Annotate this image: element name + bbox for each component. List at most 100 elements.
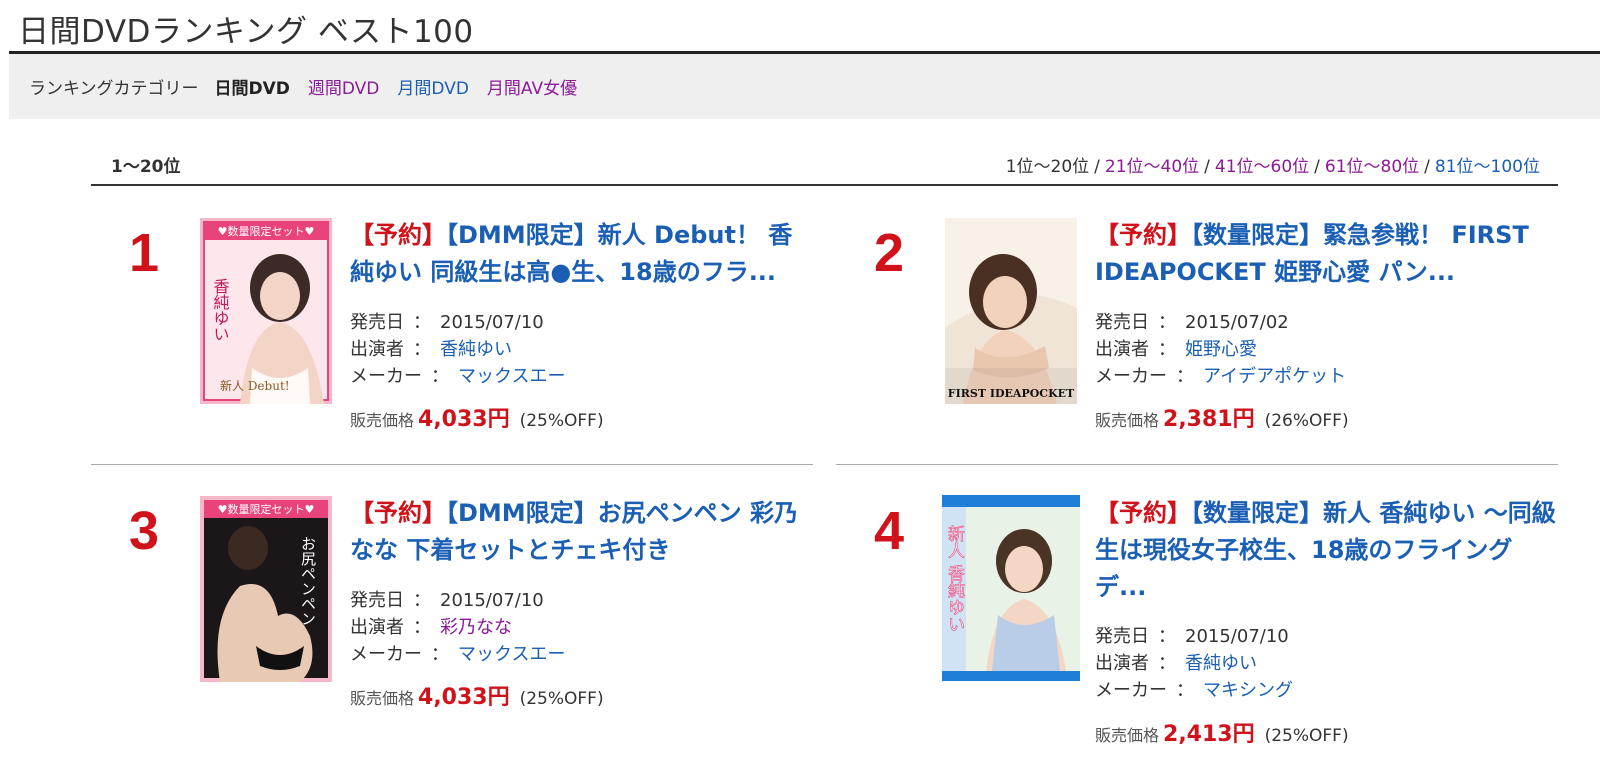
category-bar: ランキングカテゴリー 日間DVD 週間DVD 月間DVD 月間AV女優: [9, 54, 1600, 119]
product-title-link[interactable]: 【予約】【数量限定】新人 香純ゆい 〜同級生は現役女子校生、18歳のフライングデ…: [1095, 495, 1557, 606]
reserve-tag: 【予約】: [1095, 499, 1191, 527]
reserve-tag: 【予約】: [1095, 221, 1191, 249]
category-current-daily-dvd: 日間DVD: [214, 79, 290, 99]
product-meta: 発売日 ： 2015/07/10 出演者 ： 香純ゆい メーカー ： マックスエー: [350, 309, 565, 390]
cover-illustration: FIRST IDEAPOCKET: [945, 218, 1077, 404]
price-label: 販売価格: [1095, 726, 1160, 745]
meta-colon: ：: [413, 617, 431, 638]
discount-text: (25%OFF): [519, 411, 604, 431]
maker-link[interactable]: マックスエー: [458, 366, 565, 387]
meta-colon: ：: [1158, 653, 1176, 674]
maker-link[interactable]: アイデアポケット: [1203, 366, 1346, 387]
range-separator: /: [1424, 157, 1430, 177]
price-row: 販売価格 2,381円 (26%OFF): [1095, 401, 1349, 433]
product-meta: 発売日 ： 2015/07/02 出演者 ： 姫野心愛 メーカー ： アイデアポケット: [1095, 309, 1346, 390]
category-link-monthly-dvd[interactable]: 月間DVD: [397, 74, 469, 99]
rank-number: 4: [873, 501, 905, 561]
page-title: 日間DVDランキング ベスト100: [18, 14, 474, 50]
performer-link[interactable]: 姫野心愛: [1185, 339, 1257, 360]
range-link-61-80[interactable]: 61位〜80位: [1325, 157, 1419, 177]
rank-number: 3: [128, 501, 160, 561]
meta-colon: ：: [413, 312, 431, 333]
meta-colon: ：: [431, 366, 449, 387]
performer-link[interactable]: 香純ゆい: [440, 339, 512, 360]
release-label: 発売日: [1095, 626, 1149, 647]
maker-label: メーカー: [350, 366, 422, 387]
meta-colon: ：: [413, 590, 431, 611]
release-date: 2015/07/10: [440, 590, 544, 611]
price-row: 販売価格 4,033円 (25%OFF): [350, 401, 604, 433]
price-row: 販売価格 2,413円 (25%OFF): [1095, 716, 1349, 748]
cover-band-text: ♥数量限定セット♥: [218, 224, 315, 238]
maker-link[interactable]: マックスエー: [458, 644, 565, 665]
meta-colon: ：: [1158, 339, 1176, 360]
price-value: 2,413円: [1163, 722, 1255, 747]
range-link-41-60[interactable]: 41位〜60位: [1215, 157, 1309, 177]
price-label: 販売価格: [350, 411, 415, 430]
meta-colon: ：: [1176, 366, 1194, 387]
price-value: 4,033円: [418, 685, 510, 710]
range-separator: /: [1204, 157, 1210, 177]
meta-colon: ：: [431, 644, 449, 665]
release-date: 2015/07/10: [440, 312, 544, 333]
price-row: 販売価格 4,033円 (25%OFF): [350, 679, 604, 711]
cover-illustration: 新人 香純ゆい: [942, 495, 1080, 681]
item-divider: [91, 464, 813, 465]
release-date: 2015/07/10: [1185, 626, 1289, 647]
meta-colon: ：: [1176, 680, 1194, 701]
category-link-monthly-actress[interactable]: 月間AV女優: [487, 74, 577, 99]
range-separator: /: [1094, 157, 1100, 177]
cover-side-text: 香純ゆい: [211, 278, 230, 342]
meta-colon: ：: [1158, 312, 1176, 333]
maker-link[interactable]: マキシング: [1203, 680, 1293, 701]
product-meta: 発売日 ： 2015/07/10 出演者 ： 香純ゆい メーカー ： マキシング: [1095, 623, 1293, 704]
maker-label: メーカー: [1095, 366, 1167, 387]
maker-label: メーカー: [1095, 680, 1167, 701]
performer-label: 出演者: [1095, 653, 1149, 674]
reserve-tag: 【予約】: [350, 499, 446, 527]
range-link-21-40[interactable]: 21位〜40位: [1105, 157, 1199, 177]
cover-band-text: ♥数量限定セット♥: [218, 502, 315, 516]
product-title-link[interactable]: 【予約】【DMM限定】新人 Debut！ 香純ゆい 同級生は高●生、18歳のフラ…: [350, 217, 812, 291]
performer-link[interactable]: 香純ゆい: [1185, 653, 1257, 674]
category-label: ランキングカテゴリー: [29, 79, 199, 99]
release-label: 発売日: [350, 312, 404, 333]
range-pagination: 1位〜20位/21位〜40位/41位〜60位/61位〜80位/81位〜100位: [1006, 152, 1540, 177]
performer-link[interactable]: 彩乃なな: [440, 617, 512, 638]
product-cover-image[interactable]: ♥数量限定セット♥ 香純ゆい 新人 Debut!: [200, 218, 332, 404]
discount-text: (25%OFF): [1264, 726, 1349, 746]
release-label: 発売日: [1095, 312, 1149, 333]
price-value: 4,033円: [418, 407, 510, 432]
release-date: 2015/07/02: [1185, 312, 1289, 333]
product-cover-image[interactable]: FIRST IDEAPOCKET: [945, 218, 1077, 404]
performer-label: 出演者: [350, 617, 404, 638]
price-value: 2,381円: [1163, 407, 1255, 432]
performer-label: 出演者: [350, 339, 404, 360]
performer-label: 出演者: [1095, 339, 1149, 360]
product-cover-image[interactable]: 新人 香純ゆい: [942, 495, 1080, 681]
meta-colon: ：: [413, 339, 431, 360]
range-heading: 1〜20位: [111, 157, 181, 177]
range-link-81-100[interactable]: 81位〜100位: [1435, 157, 1540, 177]
cover-illustration: ♥数量限定セット♥ お尻ペンペン: [200, 496, 332, 682]
range-divider: [91, 184, 1558, 186]
product-meta: 発売日 ： 2015/07/10 出演者 ： 彩乃なな メーカー ： マックスエー: [350, 587, 565, 668]
release-label: 発売日: [350, 590, 404, 611]
discount-text: (25%OFF): [519, 689, 604, 709]
rank-number: 1: [128, 223, 160, 283]
cover-side-text: お尻ペンペン: [299, 536, 317, 626]
cover-badge-text: 新人 Debut!: [220, 378, 290, 393]
cover-illustration: ♥数量限定セット♥ 香純ゆい 新人 Debut!: [200, 218, 332, 404]
maker-label: メーカー: [350, 644, 422, 665]
product-title-link[interactable]: 【予約】【数量限定】緊急参戦！ FIRST IDEAPOCKET 姫野心愛 パン…: [1095, 217, 1557, 291]
reserve-tag: 【予約】: [350, 221, 446, 249]
product-cover-image[interactable]: ♥数量限定セット♥ お尻ペンペン: [200, 496, 332, 682]
range-separator: /: [1314, 157, 1320, 177]
range-current: 1位〜20位: [1005, 157, 1090, 177]
cover-caption-text: FIRST IDEAPOCKET: [948, 387, 1075, 400]
item-divider: [836, 464, 1558, 465]
category-link-weekly-dvd[interactable]: 週間DVD: [308, 74, 380, 99]
price-label: 販売価格: [1095, 411, 1160, 430]
product-title-link[interactable]: 【予約】【DMM限定】お尻ペンペン 彩乃なな 下着セットとチェキ付き: [350, 495, 812, 569]
meta-colon: ：: [1158, 626, 1176, 647]
